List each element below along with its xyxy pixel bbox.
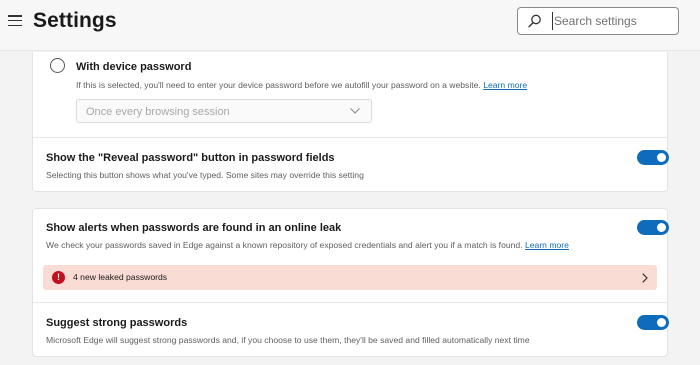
autofill-frequency-select[interactable]: Once every browsing session xyxy=(76,99,372,123)
autofill-frequency-value: Once every browsing session xyxy=(86,106,230,118)
chevron-down-icon xyxy=(350,108,360,114)
leaked-passwords-text: 4 new leaked passwords xyxy=(73,272,168,282)
divider xyxy=(33,137,667,138)
strong-passwords-title: Suggest strong passwords xyxy=(46,317,188,329)
search-icon xyxy=(528,14,541,28)
reveal-password-toggle[interactable] xyxy=(637,150,669,165)
chevron-right-icon xyxy=(642,273,648,283)
toggle-knob xyxy=(657,318,666,327)
toggle-knob xyxy=(657,223,666,232)
leak-alerts-toggle[interactable] xyxy=(637,220,669,235)
leak-alerts-title: Show alerts when passwords are found in … xyxy=(46,222,342,234)
device-password-learn-more-link[interactable]: Learn more xyxy=(483,80,527,90)
leak-alerts-learn-more-link[interactable]: Learn more xyxy=(525,240,569,250)
divider xyxy=(33,302,667,303)
error-icon: ! xyxy=(52,271,65,284)
search-input[interactable] xyxy=(552,12,674,30)
device-password-label: With device password xyxy=(76,61,192,73)
reveal-password-title: Show the "Reveal password" button in pas… xyxy=(46,152,335,164)
page-title: Settings xyxy=(33,9,117,32)
leak-and-strong-password-card: Show alerts when passwords are found in … xyxy=(32,208,669,357)
toggle-knob xyxy=(657,153,666,162)
hamburger-menu-icon[interactable] xyxy=(8,15,22,27)
password-settings-card: With device password If this is selected… xyxy=(32,52,669,192)
strong-passwords-toggle[interactable] xyxy=(637,315,669,330)
strong-passwords-description: Microsoft Edge will suggest strong passw… xyxy=(46,335,530,345)
leak-alerts-description: We check your passwords saved in Edge ag… xyxy=(46,240,569,250)
device-password-description: If this is selected, you'll need to ente… xyxy=(76,80,528,90)
device-password-radio[interactable] xyxy=(50,58,65,73)
reveal-password-description: Selecting this button shows what you've … xyxy=(46,170,364,180)
search-box[interactable] xyxy=(517,7,679,35)
header-bar: Settings xyxy=(0,0,700,51)
leaked-passwords-alert[interactable]: ! 4 new leaked passwords xyxy=(43,265,657,290)
